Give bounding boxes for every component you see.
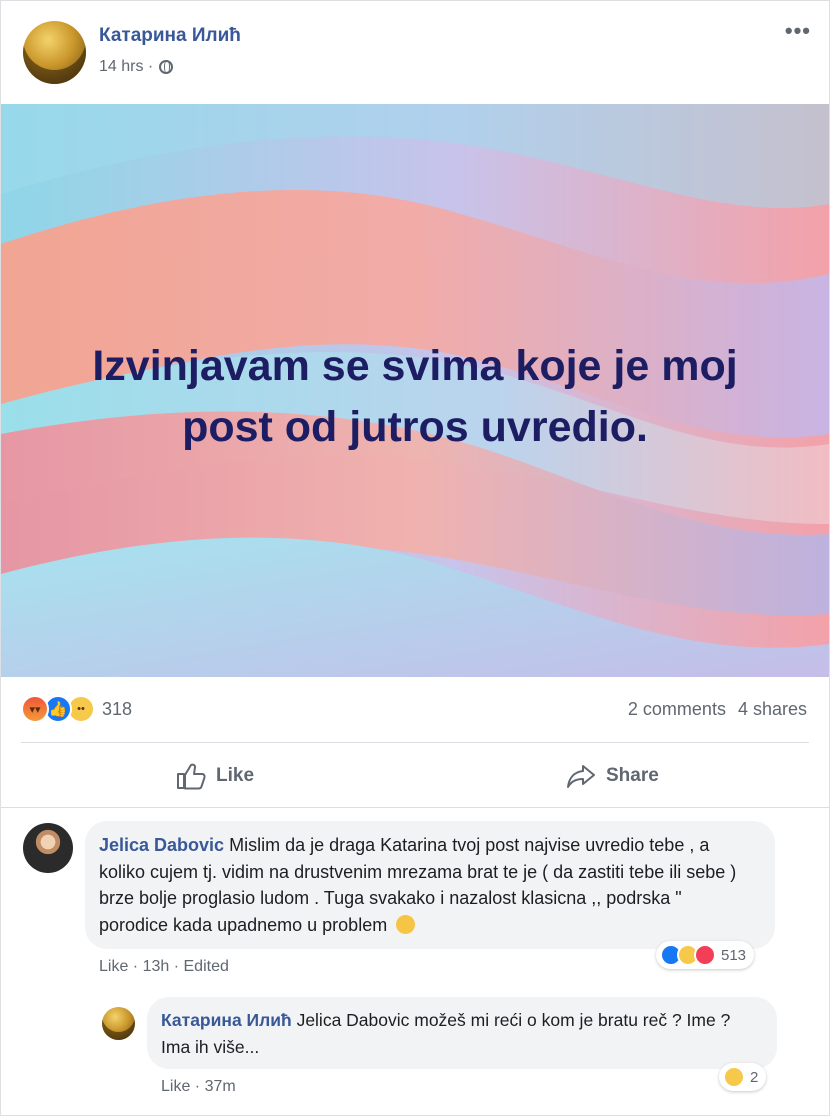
comment-reactions[interactable]: 513 xyxy=(656,941,755,969)
divider xyxy=(21,742,809,743)
post-stats: 2 comments 4 shares xyxy=(628,699,807,720)
share-button-label: Share xyxy=(606,765,659,786)
comment-author[interactable]: Jelica Dabovic xyxy=(99,835,224,855)
more-options-button[interactable]: ••• xyxy=(785,20,811,42)
pensive-face-emoji xyxy=(396,914,416,934)
share-arrow-icon xyxy=(567,765,595,788)
haha-reaction-icon xyxy=(723,1066,745,1088)
post-text: Izvinjavam se svima koje je moj post od … xyxy=(1,336,829,458)
comment-meta: Like · 13h · Edited xyxy=(99,958,229,975)
reaction-count[interactable]: 318 xyxy=(102,699,132,720)
post-author-name[interactable]: Катарина Илић xyxy=(99,25,241,47)
shares-count[interactable]: 4 shares xyxy=(738,699,807,719)
comment-reaction-count: 513 xyxy=(721,946,747,964)
post-background-image: Izvinjavam se svima koje je moj post od … xyxy=(1,104,829,677)
comment-bubble: Jelica Dabovic Mislim da je draga Katari… xyxy=(85,821,775,949)
post-text-line-2: post od jutros uvredio. xyxy=(182,403,648,451)
reply-bubble: Катарина Илић Jelica Dabovic možeš mi re… xyxy=(147,997,777,1069)
reactions-summary[interactable]: ▾▾ 👍 •• 318 xyxy=(21,695,132,723)
reply-reaction-count: 2 xyxy=(750,1068,759,1086)
comments-count[interactable]: 2 comments xyxy=(628,699,726,719)
globe-icon xyxy=(159,60,174,74)
share-button[interactable]: Share xyxy=(566,761,659,791)
comment-body: Jelica Dabovic Mislim da je draga Katari… xyxy=(99,832,749,938)
post-card: Катарина Илић 14 hrs · ••• Izvinjavam se… xyxy=(0,0,830,1116)
reply-author[interactable]: Катарина Илић xyxy=(161,1010,292,1030)
divider xyxy=(1,807,829,808)
reply-author-avatar[interactable] xyxy=(102,1007,135,1040)
thumbs-up-icon xyxy=(177,763,206,790)
love-reaction-icon xyxy=(694,944,716,966)
reply-like-link[interactable]: Like xyxy=(161,1078,190,1095)
reply-time[interactable]: 37m xyxy=(205,1078,236,1095)
comment-edited-label[interactable]: Edited xyxy=(184,958,229,975)
comment-time[interactable]: 13h xyxy=(143,958,170,975)
post-timestamp[interactable]: 14 hrs · xyxy=(99,58,153,76)
post-text-line-1: Izvinjavam se svima koje je moj xyxy=(92,342,738,390)
reply-meta: Like · 37m xyxy=(161,1078,236,1095)
angry-reaction-icon: ▾▾ xyxy=(21,695,49,723)
like-button[interactable]: Like xyxy=(176,761,254,791)
comment-like-link[interactable]: Like xyxy=(99,958,128,975)
reply-body: Катарина Илић Jelica Dabovic možeš mi re… xyxy=(161,1007,761,1060)
post-meta: 14 hrs · xyxy=(99,58,174,76)
like-button-label: Like xyxy=(216,765,255,786)
commenter-avatar[interactable] xyxy=(23,823,73,873)
reply-reactions[interactable]: 2 xyxy=(719,1063,767,1091)
author-avatar[interactable] xyxy=(23,21,86,84)
